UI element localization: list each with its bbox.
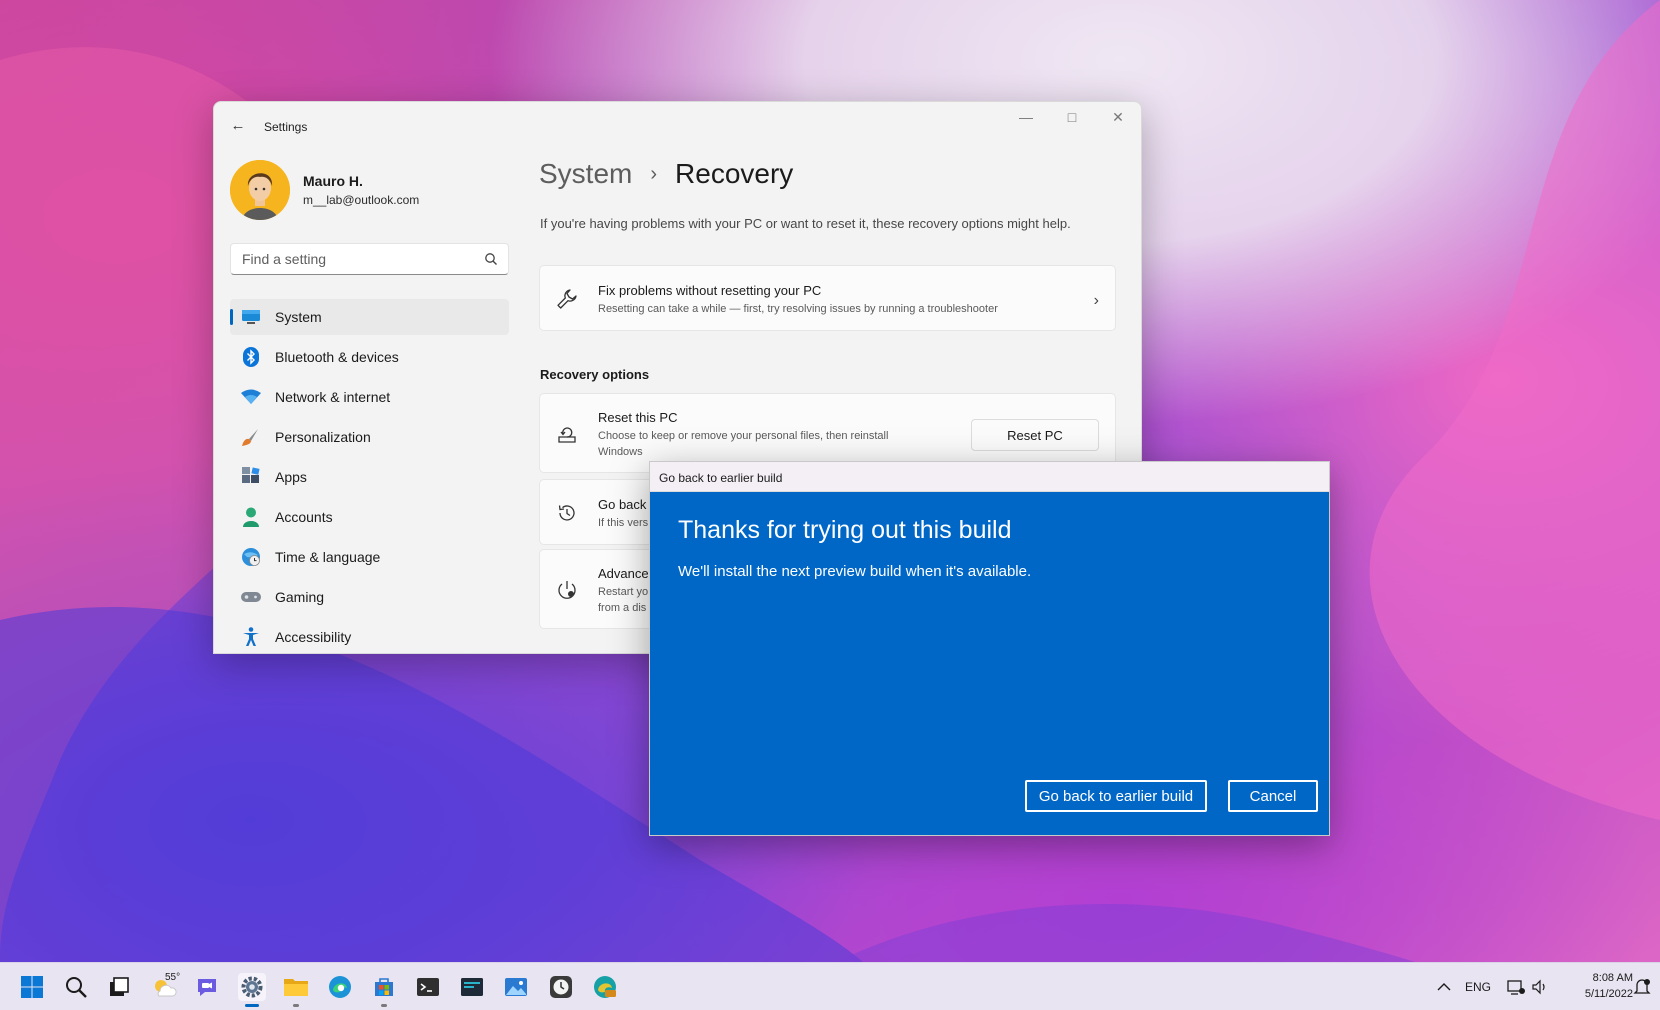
- language-indicator[interactable]: ENG: [1465, 980, 1491, 994]
- task-view-icon[interactable]: [105, 973, 133, 1001]
- chevron-up-icon[interactable]: [1430, 973, 1458, 1001]
- fix-problems-card[interactable]: Fix problems without resetting your PC R…: [539, 265, 1116, 331]
- search-icon[interactable]: [484, 252, 498, 266]
- search-input[interactable]: [242, 251, 472, 267]
- apps-icon: [240, 466, 262, 488]
- sidebar-item-label: Bluetooth & devices: [275, 349, 399, 365]
- accessibility-icon: [240, 626, 262, 648]
- dialog-text: We'll install the next preview build whe…: [678, 563, 1032, 580]
- photos-icon[interactable]: [502, 973, 530, 1001]
- advanced-startup-desc: Restart yo from a dis: [598, 584, 648, 616]
- notifications-icon[interactable]: [1628, 973, 1656, 1001]
- reset-pc-icon: [558, 427, 576, 443]
- chevron-right-icon: ›: [1093, 292, 1099, 309]
- reset-pc-desc-line1: Choose to keep or remove your personal f…: [598, 430, 889, 442]
- sidebar-item-network[interactable]: Network & internet: [230, 379, 509, 415]
- sidebar-nav: System Bluetooth & devices Network & int…: [230, 299, 509, 653]
- wifi-icon: [240, 386, 262, 408]
- volume-icon[interactable]: [1526, 973, 1554, 1001]
- sidebar-item-label: System: [275, 309, 322, 325]
- settings-titlebar: ← Settings — □ ✕: [214, 102, 1141, 146]
- gamepad-icon: [240, 586, 262, 608]
- person-icon: [240, 506, 262, 528]
- dialog-title: Go back to earlier build: [659, 471, 783, 485]
- sidebar-item-label: Network & internet: [275, 389, 391, 405]
- sidebar-item-accounts[interactable]: Accounts: [230, 499, 509, 535]
- close-icon[interactable]: ✕: [1095, 102, 1141, 132]
- weather-temp: 55°: [165, 972, 181, 983]
- minimize-icon[interactable]: —: [1003, 102, 1049, 132]
- maximize-icon[interactable]: □: [1049, 102, 1095, 132]
- reset-pc-button[interactable]: Reset PC: [971, 419, 1099, 451]
- sidebar-item-label: Apps: [275, 469, 307, 485]
- sidebar-item-label: Time & language: [275, 549, 381, 565]
- avatar-illustration-icon: [230, 160, 290, 220]
- edge-icon[interactable]: [326, 973, 354, 1001]
- cancel-button[interactable]: Cancel: [1228, 780, 1318, 812]
- file-explorer-icon[interactable]: [282, 973, 310, 1007]
- bluetooth-icon: [240, 346, 262, 368]
- reset-pc-desc-line2: Windows: [598, 446, 643, 458]
- page-title: Recovery: [675, 158, 794, 189]
- sidebar-item-label: Accessibility: [275, 629, 352, 645]
- reset-pc-desc: Choose to keep or remove your personal f…: [598, 428, 888, 460]
- search-box[interactable]: [230, 243, 509, 275]
- sidebar-item-label: Accounts: [275, 509, 333, 525]
- history-icon: [558, 505, 575, 521]
- taskbar: 55° ENG 8:08 AM 5/11/2022: [0, 962, 1660, 1010]
- clock-app-icon[interactable]: [547, 973, 575, 1001]
- monitor-icon: [240, 306, 262, 328]
- system-clock[interactable]: 8:08 AM 5/11/2022: [1563, 970, 1633, 1002]
- dialog-titlebar[interactable]: Go back to earlier build: [650, 462, 1329, 492]
- back-arrow-icon[interactable]: ←: [226, 114, 250, 138]
- app-title: Settings: [264, 120, 308, 134]
- go-back-title: Go back: [598, 497, 647, 512]
- window-controls: — □ ✕: [1003, 102, 1141, 132]
- breadcrumb-separator: ›: [650, 162, 658, 185]
- advanced-startup-icon: [558, 581, 576, 599]
- clock-time: 8:08 AM: [1592, 972, 1633, 984]
- sidebar-item-gaming[interactable]: Gaming: [230, 579, 509, 615]
- breadcrumb-parent[interactable]: System: [539, 158, 632, 190]
- settings-taskbar-icon[interactable]: [238, 973, 266, 1007]
- user-profile[interactable]: Mauro H. m__lab@outlook.com: [230, 160, 419, 220]
- sidebar-item-bluetooth[interactable]: Bluetooth & devices: [230, 339, 509, 375]
- advanced-startup-title: Advance: [598, 566, 649, 581]
- profile-email: m__lab@outlook.com: [303, 193, 420, 207]
- page-description: If you're having problems with your PC o…: [540, 216, 1071, 231]
- advanced-startup-desc-line1: Restart yo: [598, 586, 649, 598]
- go-back-button[interactable]: Go back to earlier build: [1025, 780, 1207, 812]
- app-window-icon[interactable]: [458, 973, 486, 1001]
- go-back-dialog: Go back to earlier build Thanks for tryi…: [649, 461, 1330, 836]
- wrench-icon: [557, 289, 577, 309]
- search-taskbar-icon[interactable]: [62, 973, 90, 1001]
- edge-canary-icon[interactable]: [591, 973, 619, 1001]
- sidebar-item-label: Personalization: [275, 429, 371, 445]
- reset-pc-title: Reset this PC: [598, 410, 678, 425]
- sidebar-item-label: Gaming: [275, 589, 325, 605]
- dialog-heading: Thanks for trying out this build: [678, 516, 1012, 544]
- recovery-options-label: Recovery options: [540, 367, 650, 382]
- profile-name: Mauro H.: [303, 173, 363, 189]
- go-back-desc: If this vers: [598, 517, 649, 529]
- clock-date: 5/11/2022: [1584, 988, 1633, 1000]
- fix-problems-title: Fix problems without resetting your PC: [598, 283, 822, 298]
- sidebar-item-accessibility[interactable]: Accessibility: [230, 619, 509, 653]
- paintbrush-icon: [240, 426, 262, 448]
- avatar: [230, 160, 290, 220]
- start-icon[interactable]: [18, 973, 46, 1001]
- sidebar-item-personalization[interactable]: Personalization: [230, 419, 509, 455]
- breadcrumb: System › Recovery: [539, 158, 793, 190]
- sidebar-item-apps[interactable]: Apps: [230, 459, 509, 495]
- sidebar-item-time-language[interactable]: Time & language: [230, 539, 509, 575]
- fix-problems-desc: Resetting can take a while — first, try …: [598, 303, 998, 315]
- advanced-startup-desc-line2: from a dis: [598, 602, 647, 614]
- sidebar-item-system[interactable]: System: [230, 299, 509, 335]
- globe-clock-icon: [240, 546, 262, 568]
- store-icon[interactable]: [370, 973, 398, 1007]
- chat-icon[interactable]: [193, 973, 221, 1001]
- terminal-icon[interactable]: [414, 973, 442, 1001]
